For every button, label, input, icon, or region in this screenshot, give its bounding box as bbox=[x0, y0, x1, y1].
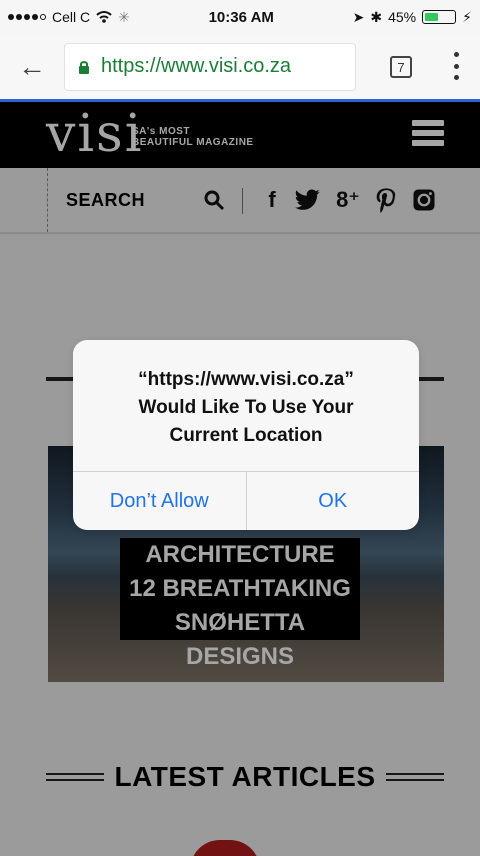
signal-strength-icon bbox=[8, 14, 46, 20]
lock-icon bbox=[79, 60, 89, 74]
tabs-button[interactable]: 7 bbox=[390, 56, 412, 78]
browser-menu-button[interactable] bbox=[444, 52, 468, 80]
menu-dot bbox=[453, 75, 459, 80]
status-bar: Cell C ✳ 10:36 AM ➤ ✱ 45% ⚡ bbox=[0, 0, 480, 34]
address-bar[interactable]: https://www.visi.co.za bbox=[64, 42, 356, 91]
screen: Cell C ✳ 10:36 AM ➤ ✱ 45% ⚡ ← https://ww… bbox=[0, 0, 480, 856]
status-left: Cell C ✳ bbox=[8, 9, 130, 26]
charging-icon: ⚡ bbox=[462, 8, 472, 25]
browser-toolbar: ← https://www.visi.co.za 7 bbox=[0, 34, 480, 102]
carrier-label: Cell C bbox=[52, 9, 91, 25]
bluetooth-icon: ✱ bbox=[370, 8, 383, 25]
signal-dot bbox=[32, 14, 38, 20]
dialog-line-3: Current Location bbox=[169, 425, 323, 446]
location-permission-dialog: “https://www.visi.co.za” Would Like To U… bbox=[73, 340, 419, 530]
signal-dot bbox=[40, 14, 46, 20]
menu-dot bbox=[453, 52, 459, 57]
battery-level-fill bbox=[425, 13, 438, 21]
activity-icon: ✳ bbox=[118, 8, 130, 25]
dialog-line-1: “https://www.visi.co.za” bbox=[138, 369, 354, 390]
dont-allow-button[interactable]: Don’t Allow bbox=[73, 472, 247, 530]
dialog-actions: Don’t Allow OK bbox=[73, 471, 419, 530]
dialog-line-2: Would Like To Use Your bbox=[138, 397, 354, 418]
signal-dot bbox=[16, 14, 22, 20]
wifi-icon bbox=[96, 11, 112, 23]
battery-icon bbox=[422, 10, 457, 24]
back-arrow-icon: ← bbox=[18, 50, 46, 82]
menu-dot bbox=[453, 63, 459, 69]
location-arrow-icon: ➤ bbox=[352, 8, 365, 25]
status-time: 10:36 AM bbox=[208, 8, 274, 26]
dialog-message: “https://www.visi.co.za” Would Like To U… bbox=[93, 366, 399, 450]
ok-button[interactable]: OK bbox=[247, 472, 420, 530]
signal-dot bbox=[8, 14, 14, 20]
tabs-count: 7 bbox=[397, 59, 405, 75]
address-text[interactable]: https://www.visi.co.za bbox=[101, 55, 291, 78]
back-button[interactable]: ← bbox=[0, 33, 64, 101]
status-right: ➤ ✱ 45% ⚡ bbox=[353, 9, 472, 26]
signal-dot bbox=[24, 14, 30, 20]
battery-percent: 45% bbox=[388, 9, 417, 25]
